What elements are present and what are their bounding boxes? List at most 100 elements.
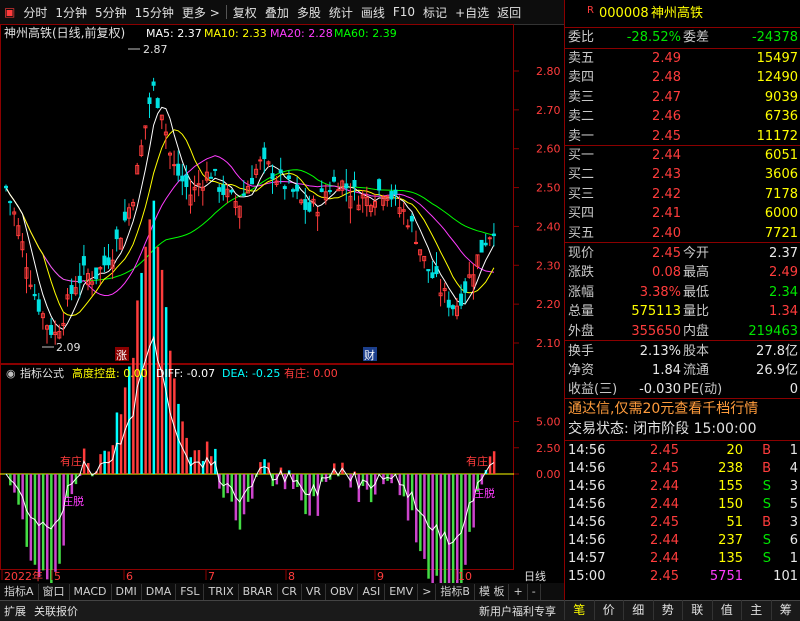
- level-price: 2.47: [652, 88, 681, 107]
- indicator-tab[interactable]: 窗口: [39, 584, 70, 600]
- quote-tab[interactable]: 价: [594, 600, 624, 620]
- stock-code: 000008: [599, 4, 649, 23]
- candle-body: [107, 258, 110, 265]
- promo-link[interactable]: 通达信,仅需20元查看千档行情: [565, 400, 800, 419]
- candle-body: [230, 190, 233, 192]
- indicator-tab[interactable]: EMV: [385, 584, 418, 600]
- tick-price: 2.45: [650, 459, 679, 478]
- status-new-user-promo[interactable]: 新用户福利专享: [475, 603, 560, 619]
- indicator-tab[interactable]: OBV: [326, 584, 358, 600]
- toolbar-back[interactable]: 返回: [493, 4, 525, 21]
- ma10-label: MA10: 2.33: [204, 27, 267, 40]
- toolbar-tongji[interactable]: 统计: [325, 4, 357, 21]
- weicha-value: -24378: [752, 28, 798, 47]
- indicator-tab[interactable]: DMI: [112, 584, 142, 600]
- tick-direction: B: [762, 441, 771, 460]
- indicator-tab[interactable]: -: [528, 584, 541, 600]
- tick-direction: S: [763, 531, 771, 550]
- fin-value: 27.8亿: [756, 342, 798, 361]
- toolbar-fenshi[interactable]: 分时: [19, 4, 51, 21]
- quote-tab[interactable]: 细: [623, 600, 653, 620]
- buy-row[interactable]: 买一2.446051: [565, 146, 800, 165]
- status-related-quote[interactable]: 关联报价: [30, 603, 82, 619]
- candle-body: [279, 170, 282, 173]
- indicator-tab[interactable]: 模 板: [475, 584, 510, 600]
- level-label: 卖二: [568, 107, 594, 126]
- quote-tab[interactable]: 值: [712, 600, 742, 620]
- candle-body: [103, 256, 106, 265]
- candle-body: [406, 226, 409, 227]
- buy-row[interactable]: 买二2.433606: [565, 165, 800, 184]
- level-volume: 6736: [765, 107, 798, 126]
- tick-count: 3: [790, 513, 798, 532]
- quote-value: 3.38%: [640, 283, 681, 302]
- quote-tab[interactable]: 筹: [771, 600, 800, 620]
- toolbar-fuquan[interactable]: 复权: [229, 4, 261, 21]
- indicator-tab[interactable]: FSL: [176, 584, 204, 600]
- macd-bar: [440, 474, 443, 584]
- fin-value: 2.13%: [640, 342, 681, 361]
- price-axis: 2.802.702.602.502.402.302.202.10: [514, 65, 561, 350]
- zhang-event-label: 涨: [116, 349, 127, 362]
- annotation-zhuangtuo-left: 庄脱: [62, 494, 84, 508]
- toolbar-5min[interactable]: 5分钟: [91, 4, 131, 21]
- indicator-tab[interactable]: DMA: [142, 584, 177, 600]
- level-price: 2.43: [652, 165, 681, 184]
- toolbar-diejia[interactable]: 叠加: [261, 4, 293, 21]
- quote-label: 今开: [683, 244, 709, 263]
- annotation-youzhuang-left: 有庄: [60, 454, 82, 468]
- sell-row[interactable]: 卖三2.479039: [565, 88, 800, 107]
- tick-count: 3: [790, 477, 798, 496]
- sell-row[interactable]: 卖二2.466736: [565, 107, 800, 126]
- indicator-tab[interactable]: 指标B: [436, 584, 475, 600]
- buy-row[interactable]: 买五2.407721: [565, 224, 800, 243]
- fin-value: -0.030: [639, 380, 681, 399]
- low-marker-label: 2.09: [56, 341, 81, 354]
- weicha-label: 委差: [683, 28, 709, 47]
- indicator-tab[interactable]: ASI: [358, 584, 385, 600]
- indicator-tab[interactable]: VR: [302, 584, 326, 600]
- toolbar-duogu[interactable]: 多股: [293, 4, 325, 21]
- quote-tab[interactable]: 联: [682, 600, 712, 620]
- indicator-tab[interactable]: BRAR: [239, 584, 278, 600]
- tick-price: 2.45: [650, 567, 679, 586]
- buy-row[interactable]: 买四2.416000: [565, 204, 800, 223]
- candle-body: [287, 176, 290, 179]
- candle-body: [488, 238, 491, 239]
- toolbar-1min[interactable]: 1分钟: [51, 4, 91, 21]
- indicator-tab[interactable]: >: [418, 584, 436, 600]
- buy-row[interactable]: 买三2.427178: [565, 185, 800, 204]
- sell-row[interactable]: 卖一2.4511172: [565, 127, 800, 146]
- indicator-tab[interactable]: 指标A: [0, 584, 39, 600]
- toolbar-more[interactable]: 更多 >: [178, 4, 224, 21]
- kline-chart-area[interactable]: 神州高铁(日线,前复权) MA5: 2.37 MA10: 2.33 MA20: …: [0, 24, 564, 589]
- toolbar-huaxian[interactable]: 画线: [357, 4, 389, 21]
- indicator-dea: DEA: -0.25: [222, 367, 280, 380]
- date-label: 9: [377, 570, 384, 583]
- app-icon[interactable]: ▣: [0, 5, 19, 19]
- sell-row[interactable]: 卖五2.4915497: [565, 49, 800, 68]
- kline-chart-svg[interactable]: 神州高铁(日线,前复权) MA5: 2.37 MA10: 2.33 MA20: …: [0, 24, 564, 584]
- tick-direction: B: [762, 459, 771, 478]
- fin-row: 净资1.84流通26.9亿: [565, 361, 800, 380]
- candle-body: [5, 186, 8, 187]
- sell-row[interactable]: 卖四2.4812490: [565, 68, 800, 87]
- quote-tab[interactable]: 主: [741, 600, 771, 620]
- toolbar-15min[interactable]: 15分钟: [131, 4, 178, 21]
- quote-tab[interactable]: 势: [653, 600, 683, 620]
- toolbar-add-watchlist[interactable]: +自选: [451, 4, 493, 21]
- indicator-tab[interactable]: MACD: [70, 584, 112, 600]
- candle-body: [115, 230, 118, 239]
- indicator-tab[interactable]: +: [509, 584, 527, 600]
- price-tick-label: 2.50: [536, 182, 561, 195]
- quote-value: 2.45: [652, 244, 681, 263]
- quote-row: 涨幅3.38%最低2.34: [565, 283, 800, 302]
- quote-tab[interactable]: 笔: [564, 600, 594, 620]
- weibi-row: 委比 -28.52% 委差 -24378: [565, 28, 800, 47]
- status-expand[interactable]: 扩展: [0, 603, 30, 619]
- toolbar-f10[interactable]: F10: [389, 5, 419, 19]
- indicator-tab[interactable]: TRIX: [204, 584, 238, 600]
- candle-body: [177, 164, 180, 175]
- indicator-tab[interactable]: CR: [278, 584, 302, 600]
- toolbar-biaoji[interactable]: 标记: [419, 4, 451, 21]
